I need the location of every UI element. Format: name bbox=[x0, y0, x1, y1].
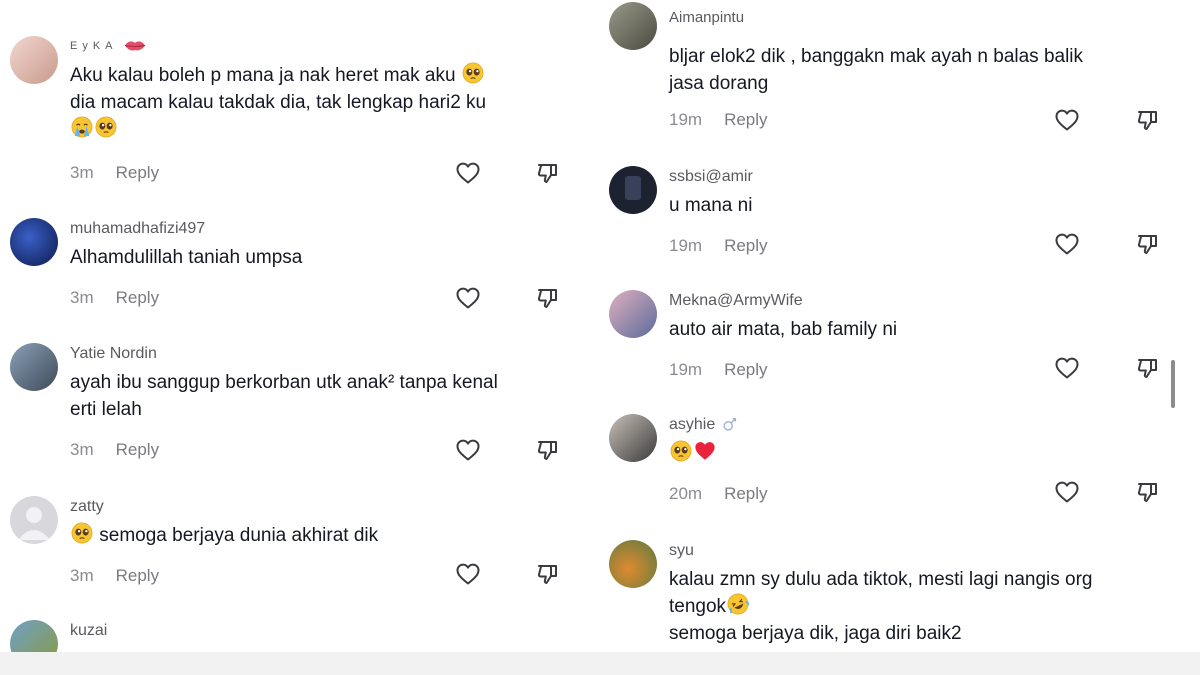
comment-text bbox=[669, 440, 717, 467]
comment-meta: 20m Reply bbox=[669, 484, 768, 504]
comment-text: Alhamdulillah taniah umpsa bbox=[70, 247, 303, 268]
dislike-icon[interactable] bbox=[536, 161, 560, 185]
comment-item: ssbsi@amir u mana ni 19m Reply bbox=[595, 166, 1185, 266]
comment-meta: 3m Reply bbox=[70, 440, 159, 460]
red-heart-emoji bbox=[694, 440, 716, 462]
comments-panel-left: EyKA Aku kalau boleh p mana ja nak heret… bbox=[0, 0, 580, 652]
heart-outline-icon[interactable] bbox=[1054, 108, 1080, 132]
crying-face-emoji bbox=[71, 116, 93, 138]
rofl-emoji bbox=[727, 593, 749, 615]
comment-meta: 19m Reply bbox=[669, 236, 768, 256]
comment-item: asyhie 20m Reply bbox=[595, 414, 1185, 514]
comment-username[interactable]: Aimanpintu bbox=[669, 9, 744, 26]
heart-outline-icon[interactable] bbox=[455, 562, 481, 586]
reply-button[interactable]: Reply bbox=[724, 110, 767, 130]
comment-meta: 3m Reply bbox=[70, 288, 159, 308]
comment-username[interactable]: muhamadhafizi497 bbox=[70, 220, 205, 238]
comment-username[interactable]: Yatie Nordin bbox=[70, 345, 157, 363]
dislike-icon[interactable] bbox=[536, 286, 560, 310]
comment-item: syu kalau zmn sy dulu ada tiktok, mesti … bbox=[595, 540, 1185, 652]
avatar[interactable] bbox=[10, 36, 58, 84]
comment-meta: 3m Reply bbox=[70, 163, 159, 183]
comment-username[interactable]: kuzai bbox=[70, 622, 107, 640]
comments-panel-right: Aimanpintu bljar elok2 dik , banggakn ma… bbox=[595, 0, 1185, 652]
avatar[interactable] bbox=[609, 540, 657, 588]
default-avatar-icon bbox=[18, 507, 50, 540]
comment-time: 3m bbox=[70, 288, 94, 307]
comment-item: Yatie Nordin ayah ibu sanggup berkorban … bbox=[0, 343, 580, 473]
heart-outline-icon[interactable] bbox=[455, 438, 481, 462]
pleading-face-emoji bbox=[462, 62, 484, 84]
comment-item: Mekna@ArmyWife auto air mata, bab family… bbox=[595, 290, 1185, 390]
comment-text: ayah ibu sanggup berkorban utk anak² tan… bbox=[70, 372, 498, 420]
dislike-icon[interactable] bbox=[1136, 480, 1160, 504]
comment-time: 3m bbox=[70, 440, 94, 459]
comment-item: kuzai bbox=[0, 620, 580, 652]
comment-text: auto air mata, bab family ni bbox=[669, 319, 898, 340]
comment-text: semoga berjaya dunia akhirat dik bbox=[70, 522, 378, 549]
comment-meta: 19m Reply bbox=[669, 110, 768, 130]
avatar[interactable] bbox=[609, 414, 657, 462]
comment-meta: 19m Reply bbox=[669, 360, 768, 380]
heart-outline-icon[interactable] bbox=[1054, 356, 1080, 380]
comment-time: 20m bbox=[669, 484, 703, 503]
pleading-face-emoji bbox=[95, 116, 117, 138]
avatar[interactable] bbox=[609, 166, 657, 214]
avatar[interactable] bbox=[10, 496, 58, 544]
comment-username[interactable]: Mekna@ArmyWife bbox=[669, 292, 803, 310]
heart-outline-icon[interactable] bbox=[1054, 232, 1080, 256]
avatar[interactable] bbox=[10, 343, 58, 391]
gender-icon bbox=[721, 416, 739, 434]
comment-text: bljar elok2 dik , banggakn mak ayah n ba… bbox=[669, 46, 1084, 94]
comment-time: 19m bbox=[669, 110, 703, 129]
reply-button[interactable]: Reply bbox=[724, 236, 767, 256]
comment-time: 3m bbox=[70, 163, 94, 182]
pleading-face-emoji bbox=[670, 440, 692, 462]
reply-button[interactable]: Reply bbox=[724, 360, 767, 380]
comment-time: 19m bbox=[669, 360, 703, 379]
dislike-icon[interactable] bbox=[536, 562, 560, 586]
reply-button[interactable]: Reply bbox=[116, 163, 159, 183]
heart-outline-icon[interactable] bbox=[455, 286, 481, 310]
lips-emoji bbox=[124, 38, 146, 53]
comment-item: EyKA Aku kalau boleh p mana ja nak heret… bbox=[0, 36, 580, 186]
pleading-face-emoji bbox=[71, 522, 93, 544]
bottom-margin bbox=[0, 652, 1200, 675]
comment-text: u mana ni bbox=[669, 195, 753, 216]
comment-meta: 3m Reply bbox=[70, 566, 159, 586]
reply-button[interactable]: Reply bbox=[724, 484, 767, 504]
comment-item: muhamadhafizi497 Alhamdulillah taniah um… bbox=[0, 218, 580, 318]
reply-button[interactable]: Reply bbox=[116, 566, 159, 586]
comment-username[interactable]: ssbsi@amir bbox=[669, 168, 753, 186]
avatar[interactable] bbox=[10, 218, 58, 266]
comment-username[interactable]: zatty bbox=[70, 498, 104, 516]
comment-time: 19m bbox=[669, 236, 703, 255]
comment-text: kalau zmn sy dulu ada tiktok, mesti lagi… bbox=[669, 569, 1093, 644]
comment-item: Aimanpintu bljar elok2 dik , banggakn ma… bbox=[595, 0, 1185, 132]
heart-outline-icon[interactable] bbox=[455, 161, 481, 185]
avatar[interactable] bbox=[10, 620, 58, 652]
avatar[interactable] bbox=[609, 290, 657, 338]
dislike-icon[interactable] bbox=[1136, 356, 1160, 380]
heart-outline-icon[interactable] bbox=[1054, 480, 1080, 504]
comment-item: zatty semoga berjaya dunia akhirat dik 3… bbox=[0, 496, 580, 596]
dislike-icon[interactable] bbox=[1136, 232, 1160, 256]
scrollbar[interactable] bbox=[1171, 360, 1175, 408]
comment-time: 3m bbox=[70, 566, 94, 585]
dislike-icon[interactable] bbox=[536, 438, 560, 462]
comment-username[interactable]: syu bbox=[669, 542, 694, 560]
reply-button[interactable]: Reply bbox=[116, 288, 159, 308]
avatar[interactable] bbox=[609, 2, 657, 50]
comment-text: Aku kalau boleh p mana ja nak heret mak … bbox=[70, 62, 486, 143]
dislike-icon[interactable] bbox=[1136, 108, 1160, 132]
reply-button[interactable]: Reply bbox=[116, 440, 159, 460]
comment-username[interactable]: asyhie bbox=[669, 416, 739, 434]
comment-username[interactable]: EyKA bbox=[70, 38, 146, 53]
